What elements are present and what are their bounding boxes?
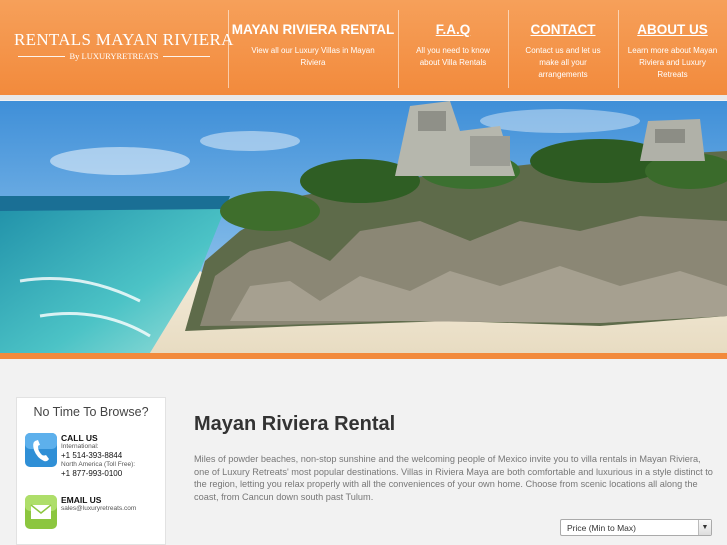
sort-selected-value: Price (Min to Max) <box>567 523 636 533</box>
site-logo[interactable]: RENTALS MAYAN RIVIERA By LUXURYRETREATS <box>14 30 234 61</box>
chevron-down-icon[interactable]: ▼ <box>698 520 711 535</box>
hero-accent-bar <box>0 353 727 359</box>
intro-paragraph: Miles of powder beaches, non-stop sunshi… <box>194 454 713 502</box>
nav-item-faq: F.A.Q All you need to know about Villa R… <box>398 10 508 88</box>
nav-divider <box>398 10 399 88</box>
nav-link-mayan-riviera-rental[interactable]: MAYAN RIVIERA RENTAL <box>228 22 398 37</box>
nav-divider <box>618 10 619 88</box>
hero-image <box>0 101 727 353</box>
international-number[interactable]: +1 514-393-8844 <box>61 451 165 461</box>
nav-link-contact[interactable]: CONTACT <box>508 22 618 37</box>
nav-item-about-us: ABOUT US Learn more about Mayan Riviera … <box>618 10 727 88</box>
envelope-icon <box>25 495 57 529</box>
nav-desc-mayan-riviera-rental: View all our Luxury Villas in Mayan Rivi… <box>251 46 375 67</box>
site-header: RENTALS MAYAN RIVIERA By LUXURYRETREATS … <box>0 0 727 95</box>
nav-item-contact: CONTACT Contact us and let us make all y… <box>508 10 618 88</box>
logo-rule-left <box>18 55 66 57</box>
north-america-number[interactable]: +1 877-993-0100 <box>61 469 165 479</box>
logo-sub-text: By LUXURYRETREATS <box>14 51 214 61</box>
nav-link-faq[interactable]: F.A.Q <box>398 22 508 37</box>
nav-divider <box>228 10 229 88</box>
header-divider <box>0 95 727 100</box>
logo-rule-right <box>162 55 210 57</box>
nav-divider <box>508 10 509 88</box>
north-america-label: North America (Toll Free): <box>61 461 136 468</box>
call-us-heading: CALL US <box>61 433 98 443</box>
nav-desc-about-us: Learn more about Mayan Riviera and Luxur… <box>627 46 718 79</box>
nav-item-mayan-riviera-rental: MAYAN RIVIERA RENTAL View all our Luxury… <box>228 10 398 88</box>
email-us-text: EMAIL US sales@luxuryretreats.com <box>61 495 165 513</box>
call-us-text: CALL US International: +1 514-393-8844 N… <box>61 433 165 479</box>
logo-sub-label: By LUXURYRETREATS <box>69 51 159 61</box>
nav-desc-contact: Contact us and let us make all your arra… <box>525 46 601 79</box>
email-us-heading: EMAIL US <box>61 495 102 505</box>
international-label: International: <box>61 443 99 450</box>
email-address[interactable]: sales@luxuryretreats.com <box>61 505 165 513</box>
nav-desc-faq: All you need to know about Villa Rentals <box>416 46 490 67</box>
sidebar-title: No Time To Browse? <box>33 405 149 419</box>
nav-link-about-us[interactable]: ABOUT US <box>618 22 727 37</box>
contact-sidebar: No Time To Browse? CALL US International… <box>16 397 166 545</box>
logo-main-text: RENTALS MAYAN RIVIERA <box>14 30 234 49</box>
sort-dropdown[interactable]: Price (Min to Max) ▼ <box>560 519 712 536</box>
phone-icon <box>25 433 57 467</box>
page-title: Mayan Riviera Rental <box>194 413 396 435</box>
